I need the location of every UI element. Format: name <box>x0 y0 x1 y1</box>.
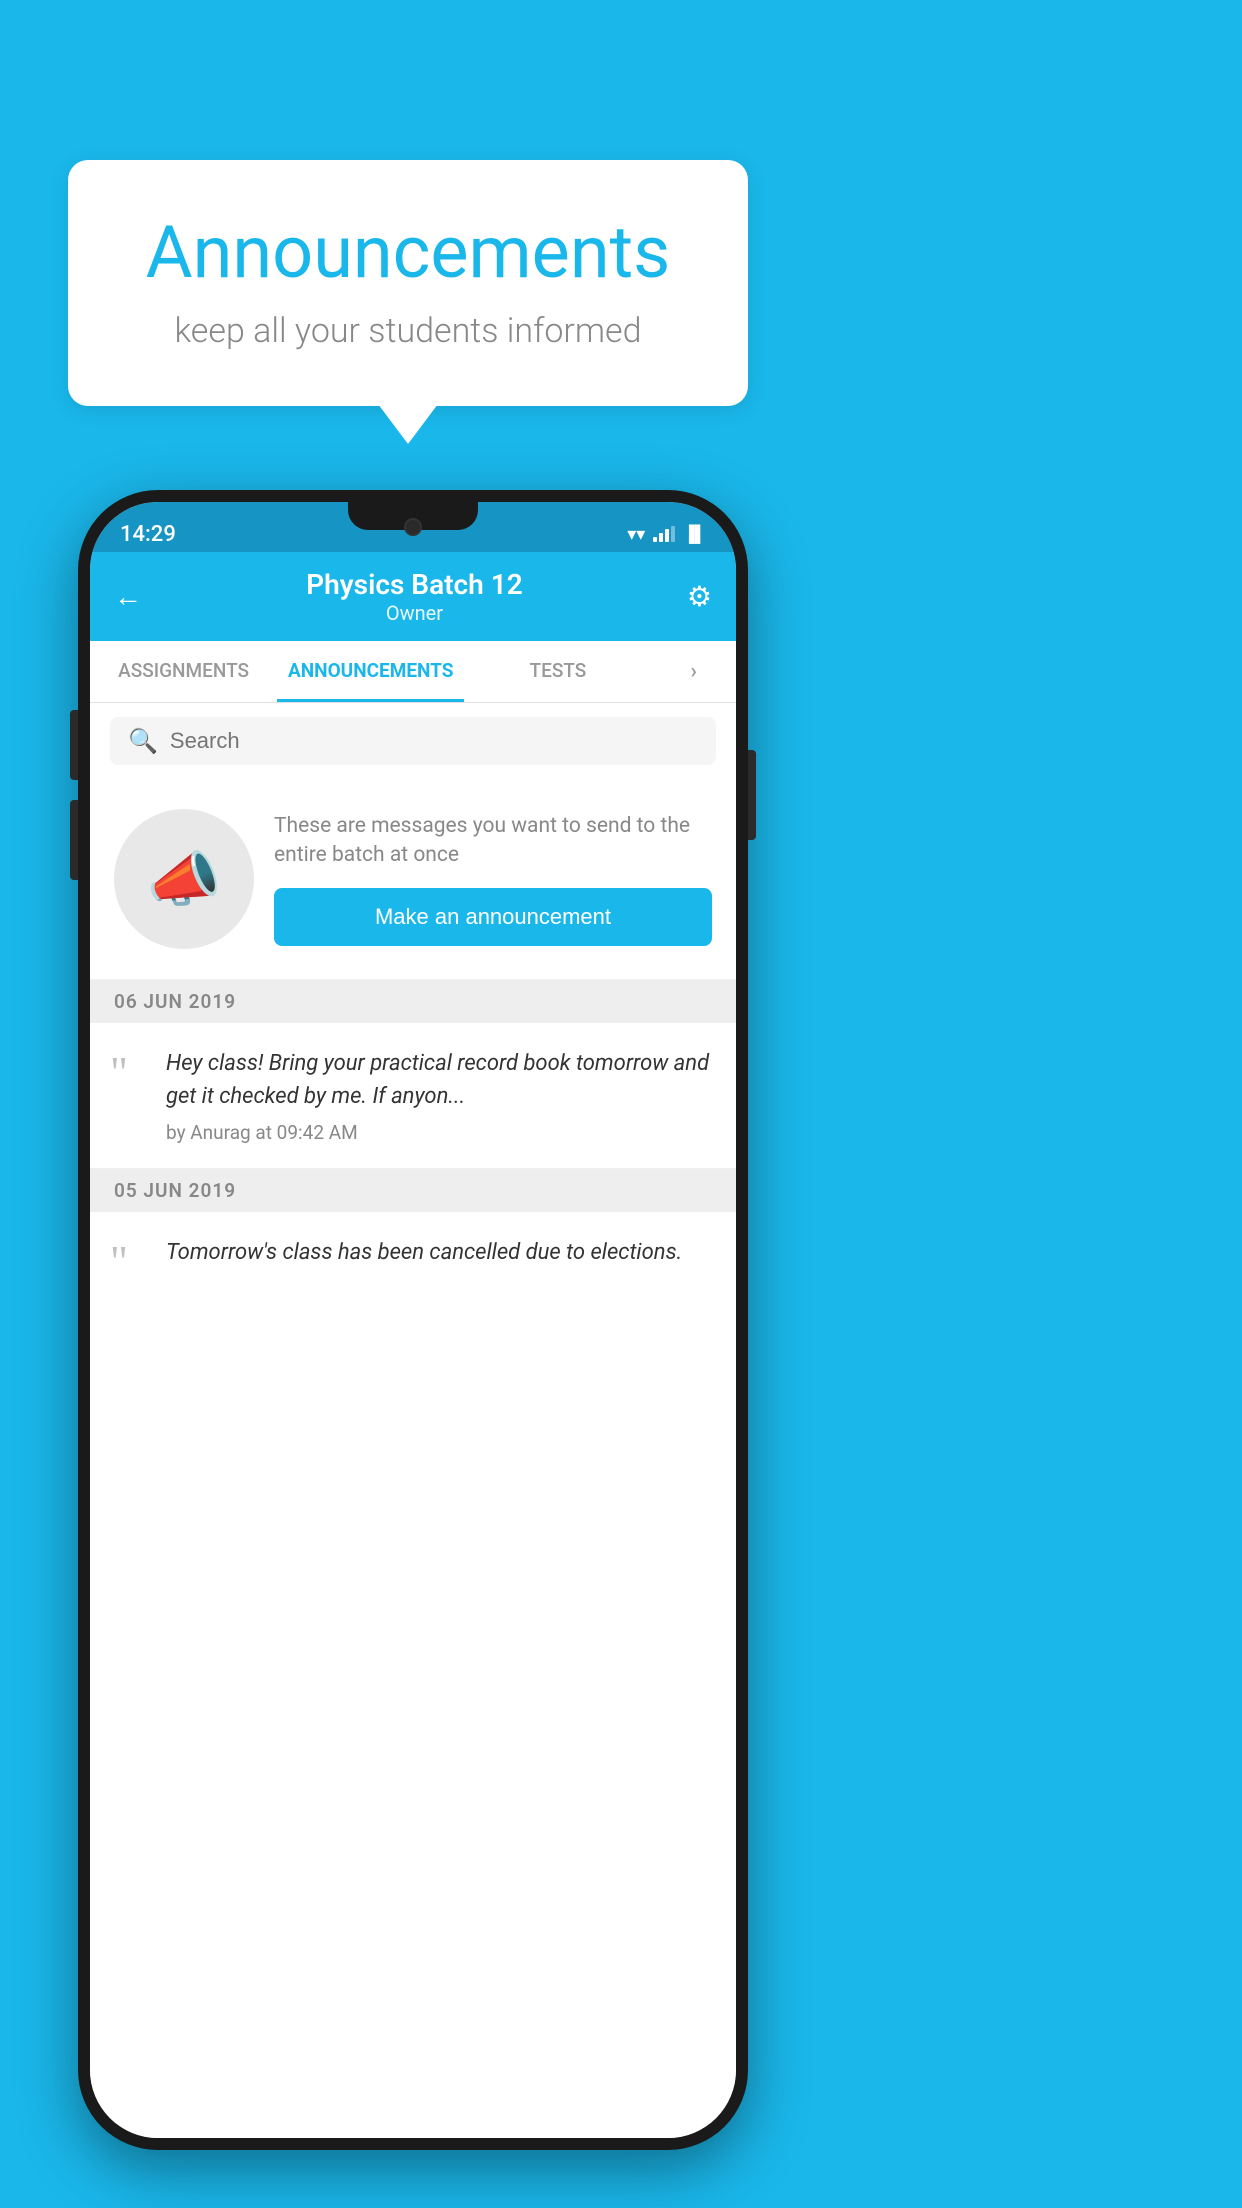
announcement-text-2: Tomorrow's class has been cancelled due … <box>166 1236 716 1269</box>
megaphone-icon: 📣 <box>147 844 222 915</box>
speech-bubble-container: Announcements keep all your students inf… <box>68 160 748 406</box>
make-announcement-button[interactable]: Make an announcement <box>274 888 712 946</box>
phone-wrapper: 14:29 ▾▾ ▐▌ ← Physics Batch 12 Owner ⚙ <box>78 490 748 2150</box>
phone-notch <box>348 502 478 530</box>
announcement-text-1: Hey class! Bring your practical record b… <box>166 1047 716 1113</box>
announcement-promo: 📣 These are messages you want to send to… <box>90 779 736 980</box>
status-time: 14:29 <box>120 522 176 547</box>
tabs-bar: ASSIGNMENTS ANNOUNCEMENTS TESTS › <box>90 641 736 703</box>
phone-outer: 14:29 ▾▾ ▐▌ ← Physics Batch 12 Owner ⚙ <box>78 490 748 2150</box>
status-icons: ▾▾ ▐▌ <box>627 524 706 545</box>
batch-title: Physics Batch 12 <box>306 568 523 601</box>
tab-announcements[interactable]: ANNOUNCEMENTS <box>277 641 464 702</box>
owner-label: Owner <box>306 601 523 625</box>
wifi-icon: ▾▾ <box>627 524 645 545</box>
signal-icon <box>653 526 675 542</box>
tab-tests[interactable]: TESTS <box>464 641 651 702</box>
date-separator-1: 06 JUN 2019 <box>90 980 736 1023</box>
phone-screen: 14:29 ▾▾ ▐▌ ← Physics Batch 12 Owner ⚙ <box>90 502 736 2138</box>
volume-down-button[interactable] <box>70 800 78 880</box>
search-container: 🔍 <box>90 703 736 779</box>
bubble-title: Announcements <box>128 210 688 295</box>
announcement-meta-1: by Anurag at 09:42 AM <box>166 1121 716 1144</box>
app-header: ← Physics Batch 12 Owner ⚙ <box>90 552 736 641</box>
announcement-content-2: Tomorrow's class has been cancelled due … <box>166 1236 716 1284</box>
content-area: 📣 These are messages you want to send to… <box>90 779 736 2138</box>
phone-camera <box>404 518 422 536</box>
power-button[interactable] <box>748 750 756 840</box>
back-button[interactable]: ← <box>114 580 142 613</box>
header-center: Physics Batch 12 Owner <box>306 568 523 625</box>
search-input-wrap: 🔍 <box>110 717 716 765</box>
announcement-item-2: " Tomorrow's class has been cancelled du… <box>90 1212 736 1300</box>
promo-icon-circle: 📣 <box>114 809 254 949</box>
promo-description: These are messages you want to send to t… <box>274 812 712 871</box>
quote-icon-2: " <box>110 1240 150 1284</box>
search-icon: 🔍 <box>128 727 158 755</box>
tab-assignments[interactable]: ASSIGNMENTS <box>90 641 277 702</box>
announcement-content-1: Hey class! Bring your practical record b… <box>166 1047 716 1144</box>
quote-icon-1: " <box>110 1051 150 1144</box>
settings-icon[interactable]: ⚙ <box>687 580 712 613</box>
speech-bubble: Announcements keep all your students inf… <box>68 160 748 406</box>
date-separator-2: 05 JUN 2019 <box>90 1169 736 1212</box>
tab-more[interactable]: › <box>652 641 736 702</box>
battery-icon: ▐▌ <box>683 524 706 544</box>
promo-content: These are messages you want to send to t… <box>274 812 712 947</box>
volume-up-button[interactable] <box>70 710 78 780</box>
announcement-item-1: " Hey class! Bring your practical record… <box>90 1023 736 1169</box>
search-input[interactable] <box>170 728 698 754</box>
bubble-subtitle: keep all your students informed <box>128 311 688 351</box>
